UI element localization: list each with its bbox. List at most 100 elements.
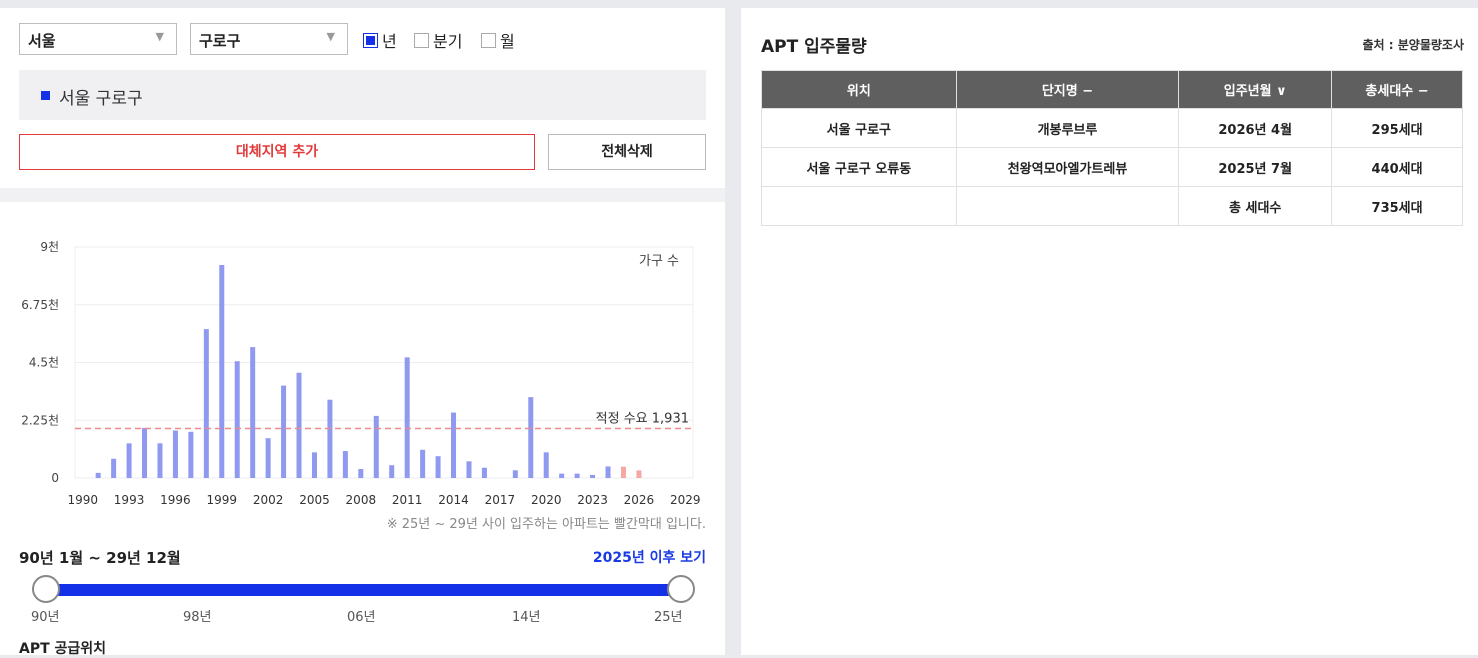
bar: [435, 456, 441, 478]
checkbox-empty-icon: [414, 32, 429, 48]
add-alt-region-button[interactable]: 대체지역 추가: [19, 134, 535, 170]
period-month-label: 월: [500, 32, 515, 51]
region-select-value: 서울: [28, 32, 56, 50]
x-tick-label: 2029: [670, 493, 701, 507]
bar: [311, 452, 317, 478]
period-month-checkbox[interactable]: 월: [481, 28, 515, 52]
bar: [574, 473, 580, 478]
bar: [605, 466, 611, 478]
range-slider-end-handle[interactable]: [667, 575, 695, 603]
slider-tick: 06년: [347, 610, 376, 625]
district-select-value: 구로구: [199, 32, 241, 50]
table-row: 서울 구로구 개봉루브루 2026년 4월 295세대: [761, 108, 1463, 148]
cell-total-units: 735세대: [1331, 186, 1463, 226]
delete-all-button[interactable]: 전체삭제: [548, 134, 706, 170]
x-tick-label: 1990: [67, 493, 98, 507]
selected-region-legend: 서울 구로구: [19, 70, 706, 120]
bar: [203, 329, 209, 478]
series-label: 가구 수: [639, 254, 679, 269]
x-tick-label: 1999: [207, 493, 238, 507]
x-tick-label: 2014: [438, 493, 469, 507]
occupancy-title: APT 입주물량: [761, 37, 867, 57]
bar: [265, 438, 271, 478]
chevron-down-icon: ▼: [155, 30, 164, 43]
table-header-row: 위치 단지명 − 입주년월 ∨ 총세대수 −: [761, 70, 1463, 109]
table-row: 서울 구로구 오류동 천왕역모아엘가트레뷰 2025년 7월 440세대: [761, 147, 1463, 187]
cell-units: 440세대: [1331, 147, 1463, 187]
period-quarter-label: 분기: [433, 32, 463, 51]
header-move-in-sort[interactable]: 입주년월 ∨: [1178, 70, 1333, 109]
bar: [250, 347, 256, 478]
bar: [389, 465, 395, 478]
x-tick-label: 2011: [392, 493, 423, 507]
bar: [620, 466, 626, 478]
reference-line-label: 적정 수요 1,931: [596, 411, 689, 426]
table-total-row: 총 세대수 735세대: [761, 186, 1463, 226]
range-label: 90년 1월 ~ 29년 12월: [19, 549, 181, 567]
legend-color-swatch: [41, 91, 50, 100]
slider-tick: 25년: [654, 610, 683, 625]
period-year-checkbox[interactable]: 년: [363, 28, 397, 52]
slider-tick: 90년: [31, 610, 60, 625]
range-slider-track[interactable]: [45, 584, 681, 596]
header-location: 위치: [761, 70, 957, 109]
cell-total-label: 총 세대수: [1178, 186, 1333, 226]
bar: [327, 399, 333, 478]
bar: [559, 473, 565, 478]
cell-complex: 천왕역모아엘가트레뷰: [955, 147, 1180, 187]
region-select[interactable]: 서울 ▼: [19, 23, 177, 55]
bar: [296, 372, 302, 478]
period-year-label: 년: [382, 32, 397, 51]
slider-tick: 98년: [183, 610, 212, 625]
bar: [528, 397, 534, 478]
y-tick-label: 4.5천: [29, 355, 59, 370]
checkbox-checked-icon: [363, 32, 378, 48]
supply-bar-chart: 0 2.25천 4.5천 6.75천 9천 1990 1993 1996 1999 2002 200…: [21, 239, 701, 507]
period-quarter-checkbox[interactable]: 분기: [414, 28, 462, 52]
x-tick-label: 2023: [577, 493, 608, 507]
bar: [219, 264, 225, 478]
y-tick-label: 6.75천: [21, 297, 59, 312]
range-slider-start-handle[interactable]: [32, 575, 60, 603]
slider-tick: 14년: [512, 610, 541, 625]
cell-location: [761, 186, 957, 226]
bar: [188, 431, 194, 478]
chart-note: ※ 25년 ~ 29년 사이 입주하는 아파트는 빨간막대 입니다.: [386, 517, 706, 532]
bar: [172, 430, 178, 478]
legend-label: 서울 구로구: [59, 89, 143, 109]
x-tick-label: 2002: [253, 493, 284, 507]
x-tick-label: 1996: [160, 493, 191, 507]
bar: [451, 412, 457, 478]
bar: [420, 449, 426, 478]
occupancy-table: 위치 단지명 − 입주년월 ∨ 총세대수 − 서울 구로구 개봉루브루 2026…: [761, 70, 1463, 226]
bar: [342, 451, 348, 478]
cell-move-in: 2025년 7월: [1178, 147, 1333, 187]
bar: [590, 474, 596, 478]
bar: [466, 461, 472, 478]
x-tick-label: 2026: [624, 493, 655, 507]
header-units-sort[interactable]: 총세대수 −: [1331, 70, 1463, 109]
chart-panel: 서울 ▼ 구로구 ▼ 년 분기 월 서울 구로구 대체지역 추가 전체삭제 0 2…: [0, 8, 725, 657]
bar: [281, 385, 287, 478]
supply-location-title: APT 공급위치: [19, 641, 107, 657]
bar: [636, 470, 642, 478]
x-tick-label: 2008: [346, 493, 377, 507]
view-after-2025-link[interactable]: 2025년 이후 보기: [593, 547, 706, 567]
bar: [404, 357, 410, 478]
cell-location: 서울 구로구: [761, 108, 957, 148]
bar: [111, 458, 117, 478]
x-tick-label: 2020: [531, 493, 562, 507]
checkbox-empty-icon: [481, 32, 496, 48]
bar: [358, 469, 364, 478]
bar: [512, 470, 518, 478]
bar: [234, 361, 240, 478]
header-complex-sort[interactable]: 단지명 −: [955, 70, 1180, 109]
bar: [481, 467, 487, 478]
cell-units: 295세대: [1331, 108, 1463, 148]
x-tick-label: 2005: [299, 493, 330, 507]
cell-location: 서울 구로구 오류동: [761, 147, 957, 187]
chevron-down-icon: ▼: [326, 30, 335, 43]
district-select[interactable]: 구로구 ▼: [190, 23, 348, 55]
y-tick-label: 2.25천: [21, 412, 59, 427]
occupancy-panel: APT 입주물량 출처 : 분양물량조사 위치 단지명 − 입주년월 ∨ 총세대…: [741, 8, 1478, 655]
